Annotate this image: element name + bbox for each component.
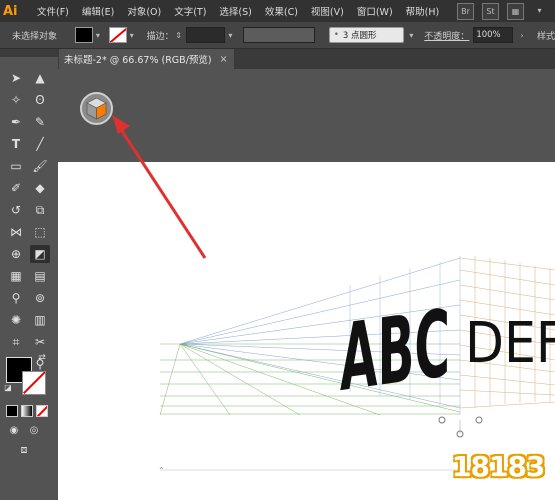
pen-tool-icon[interactable]: ✒ [6,113,26,131]
slice-tool-icon[interactable]: ✂ [30,333,50,351]
type-tool-icon[interactable]: T [6,135,26,153]
style-label[interactable]: 样式 [537,29,555,42]
menu-type[interactable]: 文字(T) [174,4,206,18]
workspace-arrange-button[interactable]: ▾ [532,3,547,18]
fill-dropdown-icon[interactable]: ▾ [93,31,103,40]
app-logo: Ai [3,3,18,19]
line-tool-icon[interactable]: ╱ [30,135,50,153]
shaper-tool-icon[interactable]: ✐ [6,179,26,197]
main-menu: 文件(F) 编辑(E) 对象(O) 文字(T) 选择(S) 效果(C) 视图(V… [37,4,452,18]
eyedropper-tool-icon[interactable]: ⚲ [6,289,26,307]
default-fill-stroke-icon[interactable]: ◪ [2,381,14,393]
menu-bar: Ai 文件(F) 编辑(E) 对象(O) 文字(T) 选择(S) 效果(C) 视… [0,0,555,22]
direct-selection-tool-icon[interactable]: ▲ [30,69,50,87]
curvature-tool-icon[interactable]: ✎ [30,113,50,131]
rotate-tool-icon[interactable]: ↺ [6,201,26,219]
menu-view[interactable]: 视图(V) [311,4,344,18]
menu-file[interactable]: 文件(F) [37,4,69,18]
selection-status: 未选择对象 [12,31,58,42]
stock-button[interactable]: St [482,3,499,20]
perspective-grid-tool-icon[interactable]: ◩ [30,245,50,263]
menu-effect[interactable]: 效果(C) [265,4,298,18]
selection-tool-icon[interactable]: ➤ [6,69,26,87]
screen-mode-icon[interactable]: ⧈ [14,441,34,459]
cube-icon [86,97,107,120]
close-tab-icon[interactable]: × [220,54,228,65]
eraser-tool-icon[interactable]: ◆ [30,179,50,197]
dot-icon: • [333,30,339,40]
column-graph-tool-icon[interactable]: ▥ [30,311,50,329]
document-tab-bar: 未标题-2* @ 66.67% (RGB/预览) × [58,49,555,69]
variable-width-field[interactable] [243,27,315,43]
menu-select[interactable]: 选择(S) [219,4,251,18]
draw-mode-icon[interactable]: ◉ [4,421,24,439]
brush-dropdown-icon[interactable]: ▾ [406,31,416,40]
pasteboard [58,69,555,162]
opacity-field[interactable]: 100% [473,27,514,43]
brush-definition-select[interactable]: • 3 点圆形 [328,27,405,43]
stroke-color-swatch[interactable] [22,371,46,395]
tools-panel: ➤ ▲ ✧ ʘ ✒ ✎ T ╱ ▭ 🖌 ✐ ◆ ↺ ⧉ ⋈ ⬚ ⊕ ◩ ▦ ▤ … [0,49,59,500]
stroke-weight-dropdown-icon[interactable]: ▾ [225,31,235,40]
stroke-stepper-icon[interactable]: ⇕ [174,31,184,40]
opacity-label[interactable]: 不透明度： [424,29,469,42]
free-transform-tool-icon[interactable]: ⬚ [30,223,50,241]
symbol-sprayer-tool-icon[interactable]: ✺ [6,311,26,329]
none-mode-button[interactable] [36,405,48,417]
watermark-text: 18183 [452,450,545,483]
menu-edit[interactable]: 编辑(E) [82,4,114,18]
scale-tool-icon[interactable]: ⧉ [30,201,50,219]
gradient-tool-icon[interactable]: ▤ [30,267,50,285]
fill-swatch[interactable] [75,27,93,43]
magic-wand-tool-icon[interactable]: ✧ [6,91,26,109]
blend-tool-icon[interactable]: ⊚ [30,289,50,307]
control-bar: 未选择对象 ▾ ▾ 描边： ⇕ ▾ • 3 点圆形 ▾ 不透明度： 100% ›… [0,22,555,49]
plane-switching-widget[interactable] [80,92,113,125]
stroke-dropdown-icon[interactable]: ▾ [127,31,137,40]
document-tab[interactable]: 未标题-2* @ 66.67% (RGB/预览) × [58,49,234,69]
stroke-swatch[interactable] [108,27,127,43]
draw-behind-icon[interactable]: ◎ [24,421,44,439]
color-mode-button[interactable] [6,405,18,417]
brush-definition-label: 3 点圆形 [342,31,377,41]
opacity-arrow-icon[interactable]: › [517,31,527,40]
workspace-grid-button[interactable]: ▦ [507,3,524,20]
menu-window[interactable]: 窗口(W) [357,4,393,18]
rectangle-tool-icon[interactable]: ▭ [6,157,26,175]
document-tab-title: 未标题-2* @ 66.67% (RGB/预览) [64,55,212,66]
shape-builder-tool-icon[interactable]: ⊕ [6,245,26,263]
menu-object[interactable]: 对象(O) [127,4,161,18]
stroke-label: 描边： [146,31,174,42]
watermark: 18183 [452,440,552,495]
tools-panel-header[interactable] [0,49,58,57]
mesh-tool-icon[interactable]: ▦ [6,267,26,285]
stroke-weight-field[interactable] [185,27,226,43]
menu-help[interactable]: 帮助(H) [406,4,440,18]
width-tool-icon[interactable]: ⋈ [6,223,26,241]
artboard-tool-icon[interactable]: ⌗ [6,333,26,351]
lasso-tool-icon[interactable]: ʘ [30,91,50,109]
paintbrush-tool-icon[interactable]: 🖌 [30,157,50,175]
swap-fill-stroke-icon[interactable]: ⇄ [36,352,48,364]
gradient-mode-button[interactable] [21,405,33,417]
bridge-button[interactable]: Br [457,3,474,20]
